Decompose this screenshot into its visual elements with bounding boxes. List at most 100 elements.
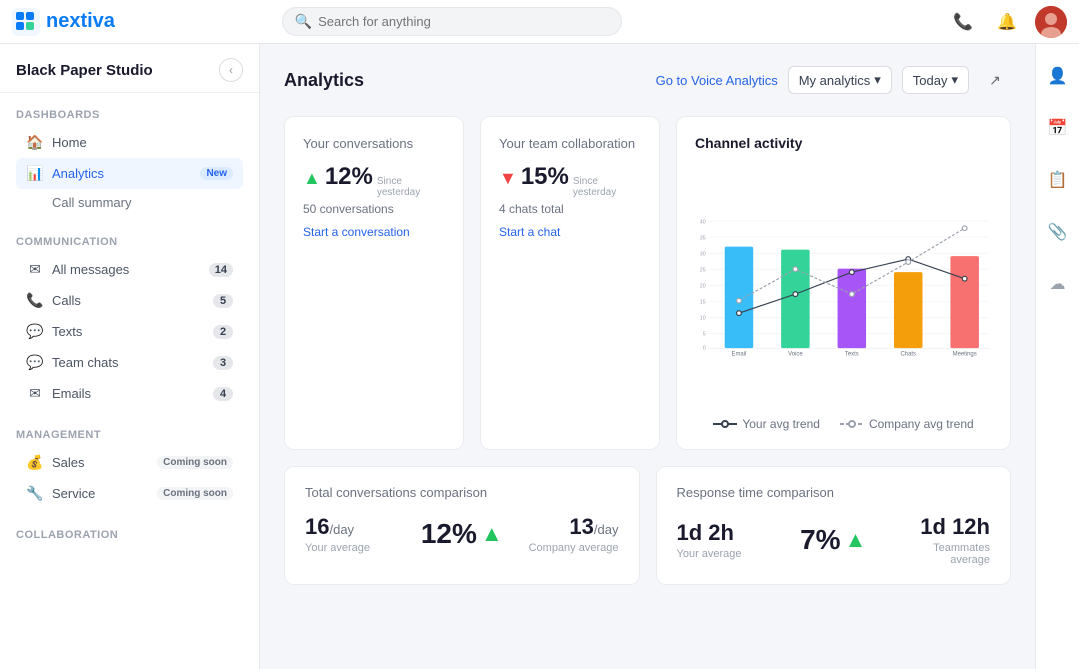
service-icon: 🔧 <box>26 485 44 502</box>
total-conv-company-avg: 13/day <box>521 514 619 540</box>
conversations-card: Your conversations ▲ 12% Sinceyesterday … <box>284 116 464 450</box>
company-trend-dot-1 <box>737 298 742 303</box>
my-analytics-dropdown[interactable]: My analytics ▾ <box>788 66 892 94</box>
bar-chart-svg: 40 35 30 25 20 15 10 5 0 <box>695 167 992 407</box>
clip-icon-btn[interactable]: 📎 <box>1042 216 1074 248</box>
right-panel: 👤 📅 📋 📎 ☁ <box>1035 44 1079 669</box>
management-section: Management 💰 Sales Coming soon 🔧 Service… <box>0 413 259 513</box>
sales-label: Sales <box>52 455 145 470</box>
sidebar-header: Black Paper Studio ‹ <box>0 44 259 93</box>
legend-company-avg: Company avg trend <box>840 417 974 431</box>
tasks-icon-btn[interactable]: 📋 <box>1042 164 1074 196</box>
bar-chats <box>894 272 923 348</box>
service-soon-badge: Coming soon <box>157 487 233 500</box>
total-conversations-card: Total conversations comparison 16/day Yo… <box>284 466 640 585</box>
calendar-icon-btn[interactable]: 📅 <box>1042 112 1074 144</box>
communication-label: Communication <box>16 236 243 248</box>
conversations-card-title: Your conversations <box>303 135 445 153</box>
page-header: Analytics Go to Voice Analytics My analy… <box>284 64 1011 96</box>
response-time-arrow: ▲ <box>845 527 867 553</box>
collaboration-since: Sinceyesterday <box>573 176 616 198</box>
sidebar-item-sales[interactable]: 💰 Sales Coming soon <box>16 447 243 478</box>
total-conv-arrow: ▲ <box>481 521 503 547</box>
texts-badge: 2 <box>213 325 233 339</box>
management-label: Management <box>16 429 243 441</box>
communication-section: Communication ✉ All messages 14 📞 Calls … <box>0 220 259 413</box>
phone-icon-btn[interactable]: 📞 <box>947 6 979 38</box>
sidebar-item-analytics[interactable]: 📊 Analytics New <box>16 158 243 189</box>
avatar[interactable] <box>1035 6 1067 38</box>
sidebar-item-calls[interactable]: 📞 Calls 5 <box>16 285 243 316</box>
company-trend-dot-3 <box>849 292 854 297</box>
sidebar-item-emails[interactable]: ✉ Emails 4 <box>16 378 243 409</box>
response-time-your-label: Your average <box>677 548 775 560</box>
search-input[interactable] <box>318 14 609 29</box>
svg-text:Meetings: Meetings <box>953 351 977 357</box>
company-trend-dot-4 <box>906 260 911 265</box>
chart-title: Channel activity <box>695 135 992 151</box>
svg-text:15: 15 <box>700 300 706 306</box>
sidebar-item-texts[interactable]: 💬 Texts 2 <box>16 316 243 347</box>
conversations-since: Sinceyesterday <box>377 176 420 198</box>
sidebar-item-call-summary[interactable]: Call summary <box>16 189 243 216</box>
analytics-label: Analytics <box>52 166 188 181</box>
start-chat-link[interactable]: Start a chat <box>499 225 560 239</box>
bell-icon-btn[interactable]: 🔔 <box>991 6 1023 38</box>
bar-chart-container: 40 35 30 25 20 15 10 5 0 <box>695 167 992 407</box>
total-conv-your-label: Your average <box>305 542 403 554</box>
chevron-down-icon: ▾ <box>874 72 881 88</box>
dashboards-label: Dashboards <box>16 109 243 121</box>
response-time-percent: 7% <box>800 524 840 556</box>
user-icon-btn[interactable]: 👤 <box>1042 60 1074 92</box>
start-conversation-link[interactable]: Start a conversation <box>303 225 410 239</box>
sidebar-item-home[interactable]: 🏠 Home <box>16 127 243 158</box>
voice-analytics-link[interactable]: Go to Voice Analytics <box>656 73 778 88</box>
conversations-arrow-up: ▲ <box>303 168 321 189</box>
analytics-new-badge: New <box>200 167 233 180</box>
svg-text:25: 25 <box>700 268 706 274</box>
service-label: Service <box>52 486 145 501</box>
top-nav: nextiva 🔍 📞 🔔 <box>0 0 1079 44</box>
response-time-teammates-label: Teammates average <box>892 542 990 566</box>
sidebar-item-team-chats[interactable]: 💬 Team chats 3 <box>16 347 243 378</box>
chevron-down-icon-2: ▾ <box>951 72 958 88</box>
cloud-icon-btn[interactable]: ☁ <box>1042 268 1074 300</box>
collaboration-card-title: Your team collaboration <box>499 135 641 153</box>
today-dropdown[interactable]: Today ▾ <box>902 66 969 94</box>
svg-text:20: 20 <box>700 284 706 290</box>
home-icon: 🏠 <box>26 134 44 151</box>
total-conv-your-avg: 16/day <box>305 514 403 540</box>
team-chats-badge: 3 <box>213 356 233 370</box>
calls-label: Calls <box>52 293 205 308</box>
response-time-title: Response time comparison <box>677 485 991 500</box>
page-title: Analytics <box>284 70 364 91</box>
response-time-card: Response time comparison 1d 2h Your aver… <box>656 466 1012 585</box>
collaboration-label: Collaboration <box>16 529 243 541</box>
nav-icons: 📞 🔔 <box>947 6 1067 38</box>
logo-text: nextiva <box>46 10 115 33</box>
sidebar-collapse-btn[interactable]: ‹ <box>219 58 243 82</box>
emails-label: Emails <box>52 386 205 401</box>
texts-label: Texts <box>52 324 205 339</box>
bar-texts <box>838 269 867 349</box>
response-time-your-avg: 1d 2h <box>677 520 775 546</box>
collaboration-percent: 15% <box>521 163 569 191</box>
layout: Black Paper Studio ‹ Dashboards 🏠 Home 📊… <box>0 0 1079 669</box>
collaboration-arrow-down: ▼ <box>499 168 517 189</box>
svg-text:10: 10 <box>700 316 706 322</box>
collaboration-section: Collaboration <box>0 513 259 551</box>
share-btn[interactable]: ↗ <box>979 64 1011 96</box>
search-bar[interactable]: 🔍 <box>282 7 622 36</box>
conversations-count: 50 conversations <box>303 202 445 216</box>
svg-text:35: 35 <box>700 235 706 241</box>
workspace-title: Black Paper Studio <box>16 62 153 79</box>
bar-email <box>725 247 754 349</box>
sidebar-item-service[interactable]: 🔧 Service Coming soon <box>16 478 243 509</box>
main-content: Analytics Go to Voice Analytics My analy… <box>260 44 1035 669</box>
logo[interactable]: nextiva <box>12 8 115 36</box>
texts-icon: 💬 <box>26 323 44 340</box>
trend-dot-5 <box>962 276 967 281</box>
sidebar-item-all-messages[interactable]: ✉ All messages 14 <box>16 254 243 285</box>
svg-text:Texts: Texts <box>845 351 859 357</box>
response-time-row: 1d 2h Your average 7% ▲ 1d 12h Teammates… <box>677 514 991 566</box>
